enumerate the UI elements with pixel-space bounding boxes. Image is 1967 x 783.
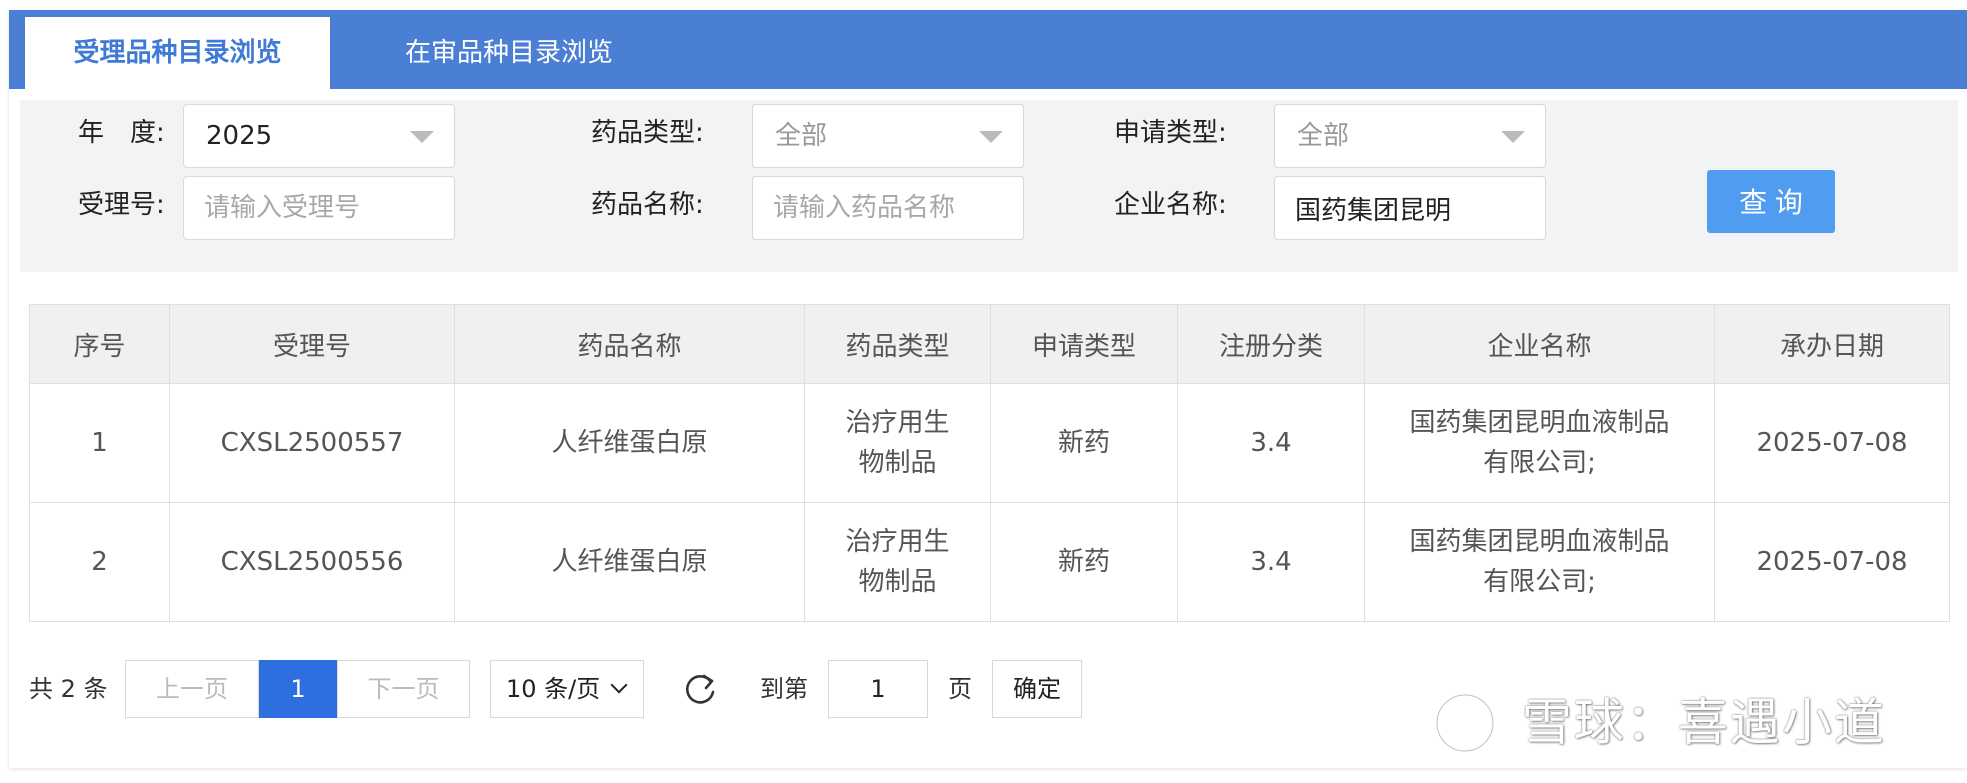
drug-type-label: 药品类型: [591,118,704,148]
apply-type-value: 全部 [1297,121,1350,151]
goto-confirm-button[interactable]: 确定 [992,660,1082,718]
cell-drug-type-line2: 物制品 [858,448,937,478]
cell-drug-type: 治疗用生 物制品 [804,502,991,622]
table-row: 1 CXSL2500557 人纤维蛋白原 治疗用生 物制品 新药 3.4 国药集… [29,383,1950,503]
goto-prefix: 到第 [760,675,808,703]
cell-drug-name: 人纤维蛋白原 [454,502,805,622]
col-header-accept-no: 受理号 [169,304,455,384]
year-label: 年 度: [78,118,165,148]
cell-accept-no: CXSL2500556 [169,502,455,622]
filter-panel: 年 度: 2025 药品类型: 全部 申请类型: 全部 受理号: 药品名称: 企… [20,100,1958,272]
tab-reviewing-catalog[interactable]: 在审品种目录浏览 [359,17,659,89]
drug-name-label: 药品名称: [591,190,704,220]
apply-type-select[interactable]: 全部 [1274,104,1546,168]
query-button[interactable]: 查 询 [1707,170,1835,233]
cell-drug-type-line2: 物制品 [858,567,937,597]
company-label: 企业名称: [1114,190,1227,220]
year-value: 2025 [206,121,273,151]
cell-company-line1: 国药集团昆明血液制品 [1409,527,1670,557]
cell-apply-type: 新药 [990,383,1178,503]
col-header-date: 承办日期 [1714,304,1950,384]
watermark: 雪球：喜遇小道 [1432,684,1886,754]
cell-drug-type-line1: 治疗用生 [845,408,950,438]
xueqiu-logo-icon [1434,691,1496,754]
goto-page-input[interactable]: 1 [828,660,928,718]
watermark-text: 雪球：喜遇小道 [1521,693,1886,752]
goto-suffix: 页 [948,675,972,703]
results-table: 序号 受理号 药品名称 药品类型 申请类型 注册分类 企业名称 承办日期 1 C… [29,304,1950,622]
cell-company-line1: 国药集团昆明血液制品 [1409,408,1670,438]
drug-name-input[interactable] [773,189,1073,227]
next-page-button[interactable]: 下一页 [337,660,470,718]
cell-company-line2: 有限公司; [1483,448,1596,478]
cell-drug-type: 治疗用生 物制品 [804,383,991,503]
page-number-current[interactable]: 1 [259,660,337,718]
cell-company: 国药集团昆明血液制品 有限公司; [1364,383,1715,503]
col-header-drug-type: 药品类型 [804,304,991,384]
total-count: 共 2 条 [29,675,108,703]
cell-accept-no: CXSL2500557 [169,383,455,503]
cell-drug-name: 人纤维蛋白原 [454,383,805,503]
accept-no-label: 受理号: [78,190,165,220]
company-field[interactable] [1274,176,1595,240]
company-input[interactable] [1295,189,1595,227]
pagination: 共 2 条 上一页 1 下一页 10 条/页 到第 1 页 确定 [0,660,1100,720]
drug-name-field[interactable] [752,176,1073,240]
cell-no: 2 [29,502,170,622]
cell-company-line2: 有限公司; [1483,567,1596,597]
cell-no: 1 [29,383,170,503]
col-header-reg-class: 注册分类 [1177,304,1365,384]
apply-type-label: 申请类型: [1114,118,1227,148]
dropdown-caret-icon [1501,131,1525,143]
cell-reg-class: 3.4 [1177,383,1365,503]
cell-date: 2025-07-08 [1714,383,1950,503]
refresh-icon[interactable] [681,670,719,708]
accept-no-input[interactable] [204,189,504,227]
cell-reg-class: 3.4 [1177,502,1365,622]
chevron-down-icon [610,676,628,694]
col-header-company: 企业名称 [1364,304,1715,384]
tab-bar: 受理品种目录浏览 在审品种目录浏览 [9,10,1967,89]
cell-company: 国药集团昆明血液制品 有限公司; [1364,502,1715,622]
table-row: 2 CXSL2500556 人纤维蛋白原 治疗用生 物制品 新药 3.4 国药集… [29,502,1950,622]
col-header-no: 序号 [29,304,170,384]
dropdown-caret-icon [410,131,434,143]
drug-type-value: 全部 [775,121,828,151]
col-header-drug-name: 药品名称 [454,304,805,384]
cell-drug-type-line1: 治疗用生 [845,527,950,557]
accept-no-field[interactable] [183,176,504,240]
year-select[interactable]: 2025 [183,104,455,168]
prev-page-button[interactable]: 上一页 [125,660,259,718]
table-header-row: 序号 受理号 药品名称 药品类型 申请类型 注册分类 企业名称 承办日期 [29,304,1950,384]
cell-apply-type: 新药 [990,502,1178,622]
page-size-select[interactable]: 10 条/页 [490,660,644,718]
tab-accepted-catalog[interactable]: 受理品种目录浏览 [25,17,330,89]
page-size-value: 10 条/页 [506,675,601,703]
cell-date: 2025-07-08 [1714,502,1950,622]
col-header-apply-type: 申请类型 [990,304,1178,384]
drug-type-select[interactable]: 全部 [752,104,1024,168]
dropdown-caret-icon [979,131,1003,143]
